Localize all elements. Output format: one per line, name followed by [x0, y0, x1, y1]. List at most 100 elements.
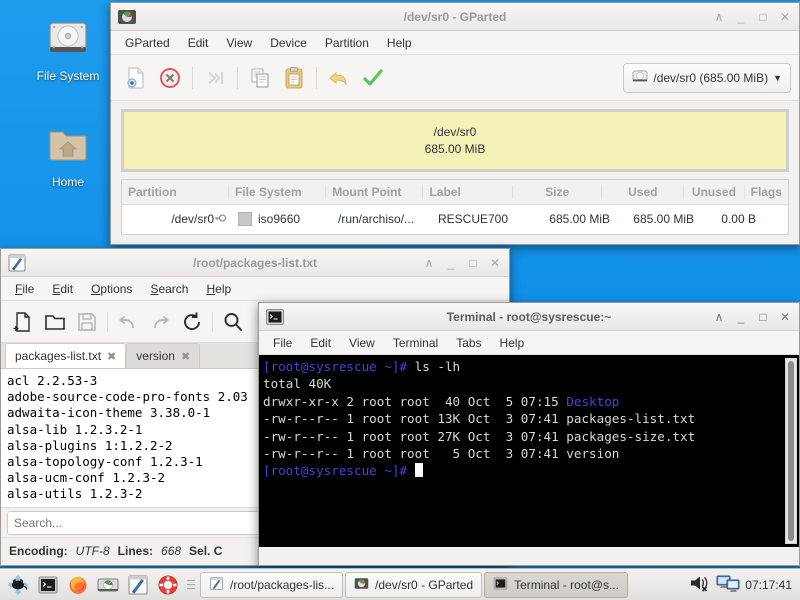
undo-button[interactable] [112, 306, 144, 338]
tab-packages-list[interactable]: packages-list.txt ✖ [5, 343, 126, 368]
close-button[interactable]: ✕ [775, 307, 795, 327]
shade-button[interactable]: ∧ [709, 307, 729, 327]
desktop-icon-home[interactable]: Home [20, 120, 116, 189]
menu-device[interactable]: Device [262, 34, 315, 52]
menu-edit[interactable]: Edit [44, 280, 81, 298]
menu-view[interactable]: View [341, 334, 383, 352]
speaker-muted-icon[interactable] [689, 573, 711, 596]
editor-menubar[interactable]: FFileile Edit Options Search Help [1, 277, 509, 301]
new-partition-button[interactable] [119, 61, 153, 95]
table-row[interactable]: /dev/sr0 iso9660 /run/archiso/... RESCUE… [122, 205, 788, 233]
gparted-window[interactable]: /dev/sr0 - GParted ∧ _ □ ✕ GParted Edit … [110, 2, 800, 245]
taskbar-item-label: /root/packages-lis... [230, 578, 334, 592]
desktop-icon-file-system[interactable]: File System [20, 14, 116, 83]
menu-help[interactable]: Help [198, 280, 239, 298]
col-flags[interactable]: Flags [745, 185, 788, 199]
gparted-titlebar[interactable]: /dev/sr0 - GParted ∧ _ □ ✕ [111, 3, 799, 31]
col-mount-point[interactable]: Mount Point [326, 185, 423, 199]
reload-button[interactable] [176, 306, 208, 338]
open-folder-button[interactable] [39, 306, 71, 338]
desktop-icon-label: Home [20, 175, 116, 189]
redo-button[interactable] [144, 306, 176, 338]
copy-button[interactable] [243, 61, 277, 95]
col-used[interactable]: Used [602, 185, 684, 199]
menu-gparted[interactable]: GParted [117, 34, 178, 52]
xfce-menu-launcher[interactable] [4, 571, 32, 599]
terminal-output-area[interactable]: [root@sysrescue ~]# ls -lh total 40K drw… [259, 355, 799, 547]
editor-window-buttons[interactable]: ∧ _ □ ✕ [419, 253, 505, 273]
col-unused[interactable]: Unused [684, 185, 744, 199]
minimize-button[interactable]: _ [441, 253, 461, 273]
taskbar-item-gparted[interactable]: /dev/sr0 - GParted [345, 572, 482, 598]
help-launcher[interactable] [154, 571, 182, 599]
minimize-button[interactable]: _ [731, 7, 751, 27]
menu-help[interactable]: Help [379, 34, 420, 52]
menu-partition[interactable]: Partition [317, 34, 377, 52]
toolbar-separator [212, 312, 213, 332]
maximize-button[interactable]: □ [463, 253, 483, 273]
terminal-window-buttons[interactable]: ∧ _ □ ✕ [709, 307, 795, 327]
mousepad-launcher[interactable] [124, 571, 152, 599]
toolbar-separator [192, 67, 193, 89]
terminal-prompt: [root@sysrescue ~]# [263, 359, 407, 374]
new-file-button[interactable] [7, 306, 39, 338]
menu-tabs[interactable]: Tabs [448, 334, 489, 352]
shade-button[interactable]: ∧ [709, 7, 729, 27]
terminal-scrollbar-thumb[interactable] [788, 361, 794, 541]
maximize-button[interactable]: □ [753, 307, 773, 327]
clock[interactable]: 07:17:41 [745, 578, 792, 592]
tab-close-icon[interactable]: ✖ [107, 350, 116, 363]
apply-button[interactable] [356, 61, 390, 95]
close-button[interactable]: ✕ [775, 7, 795, 27]
taskbar-handle[interactable] [187, 574, 195, 596]
paste-clipboard-button[interactable] [277, 61, 311, 95]
taskbar[interactable]: /root/packages-lis... /dev/sr0 - GParted [0, 568, 800, 600]
firefox-launcher[interactable] [64, 571, 92, 599]
menu-edit[interactable]: Edit [180, 34, 217, 52]
desktop-icon-label: File System [20, 69, 116, 83]
terminal-scrollbar[interactable] [785, 358, 797, 544]
two-monitors-icon[interactable] [716, 573, 740, 596]
taskbar-item-editor[interactable]: /root/packages-lis... [200, 572, 343, 598]
menu-view[interactable]: View [218, 34, 260, 52]
gparted-window-buttons[interactable]: ∧ _ □ ✕ [709, 7, 795, 27]
col-label[interactable]: Label [423, 185, 513, 199]
menu-edit[interactable]: Edit [302, 334, 339, 352]
disk-icon [632, 68, 648, 87]
minimize-button[interactable]: _ [731, 307, 751, 327]
undo-button[interactable] [322, 61, 356, 95]
save-file-button[interactable] [71, 306, 103, 338]
close-button[interactable]: ✕ [485, 253, 505, 273]
terminal-icon [265, 307, 285, 327]
terminal-menubar[interactable]: File Edit View Terminal Tabs Help [259, 331, 799, 355]
tab-close-icon[interactable]: ✖ [181, 350, 190, 363]
delete-partition-button[interactable] [153, 61, 187, 95]
find-button[interactable] [217, 306, 249, 338]
partition-table[interactable]: Partition File System Mount Point Label … [121, 179, 789, 235]
terminal-window[interactable]: Terminal - root@sysrescue:~ ∧ _ □ ✕ File… [258, 302, 800, 566]
editor-titlebar[interactable]: /root/packages-list.txt ∧ _ □ ✕ [1, 249, 509, 277]
taskbar-item-terminal[interactable]: Terminal - root@s... [484, 572, 628, 598]
menu-file[interactable]: File [265, 334, 300, 352]
menu-options[interactable]: Options [83, 280, 140, 298]
terminal-dir-name: Desktop [566, 394, 619, 409]
system-tray[interactable]: 07:17:41 [689, 573, 796, 596]
terminal-titlebar[interactable]: Terminal - root@sysrescue:~ ∧ _ □ ✕ [259, 303, 799, 331]
menu-terminal[interactable]: Terminal [385, 334, 446, 352]
gparted-launcher[interactable] [94, 571, 122, 599]
gparted-toolbar[interactable]: /dev/sr0 (685.00 MiB) ▼ [111, 55, 799, 101]
device-selector[interactable]: /dev/sr0 (685.00 MiB) ▼ [623, 63, 791, 93]
terminal-launcher[interactable] [34, 571, 62, 599]
shade-button[interactable]: ∧ [419, 253, 439, 273]
maximize-button[interactable]: □ [753, 7, 773, 27]
col-partition[interactable]: Partition [122, 185, 229, 199]
menu-file[interactable]: FFileile [7, 280, 42, 298]
col-file-system[interactable]: File System [229, 185, 326, 199]
col-size[interactable]: Size [513, 185, 603, 199]
resize-move-button[interactable] [198, 61, 232, 95]
gparted-menubar[interactable]: GParted Edit View Device Partition Help [111, 31, 799, 55]
menu-help[interactable]: Help [492, 334, 533, 352]
tab-version[interactable]: version ✖ [126, 343, 200, 368]
disk-graphic[interactable]: /dev/sr0 685.00 MiB [121, 109, 789, 172]
menu-search[interactable]: Search [142, 280, 196, 298]
